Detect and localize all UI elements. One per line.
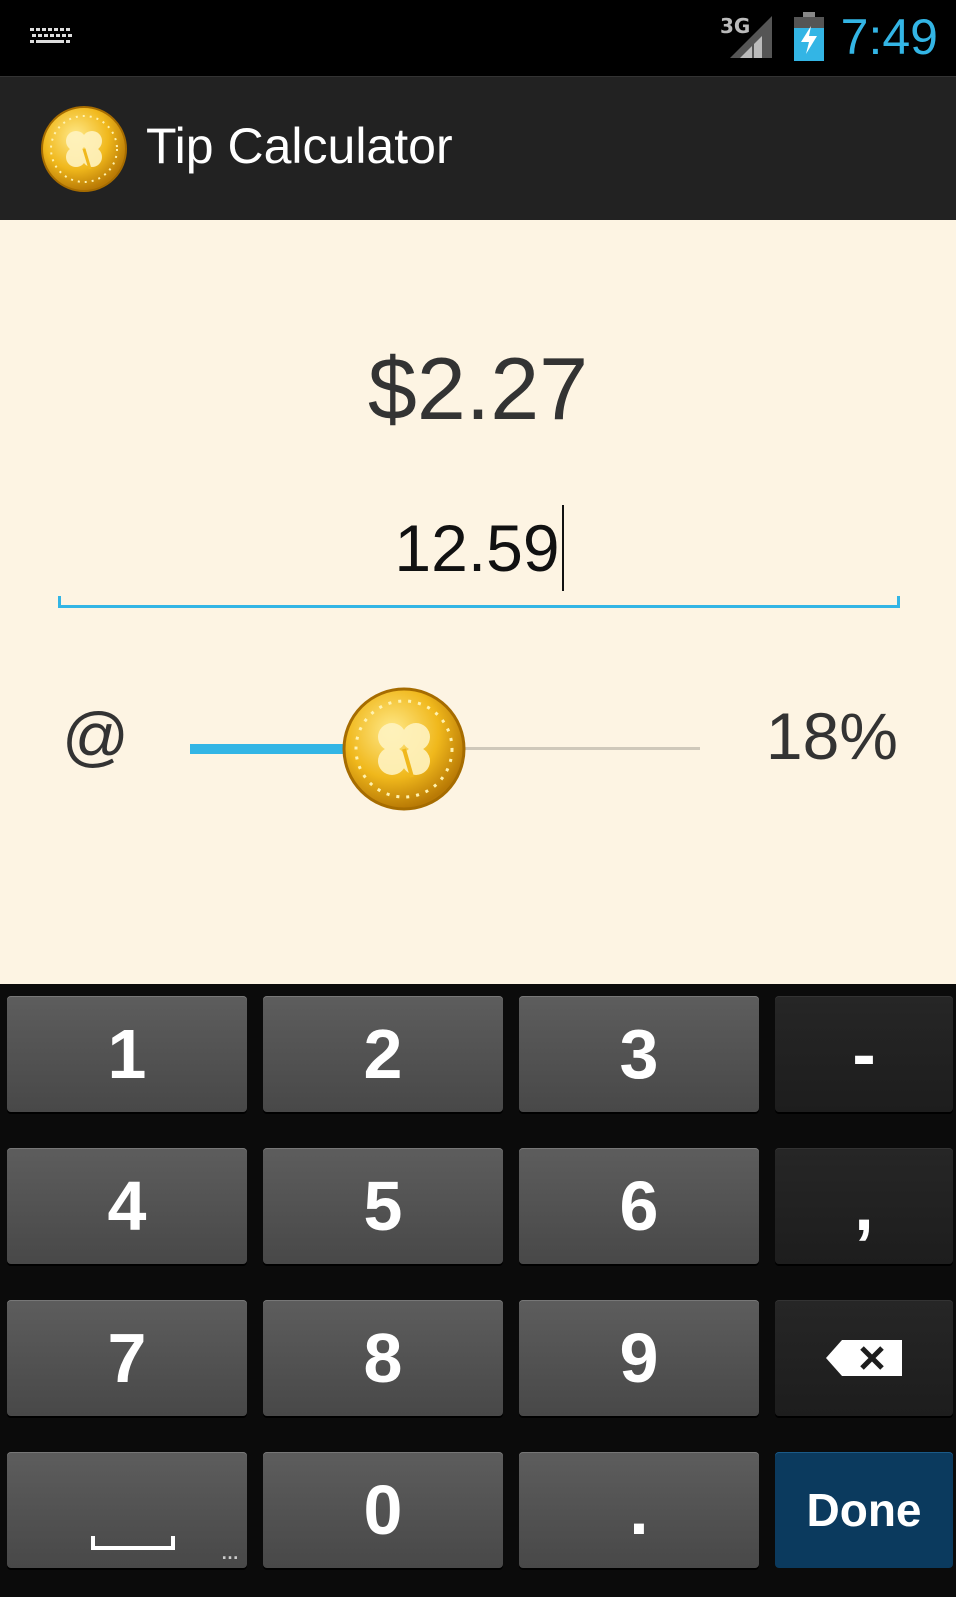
status-bar: 3G 7:49 bbox=[0, 0, 956, 76]
key-0[interactable]: 0 bbox=[263, 1452, 503, 1568]
backspace-key[interactable] bbox=[775, 1300, 953, 1416]
space-bar-icon bbox=[91, 1536, 175, 1550]
coin-clover-icon[interactable] bbox=[40, 105, 128, 193]
at-label: @ bbox=[62, 699, 129, 773]
key-7[interactable]: 7 bbox=[7, 1300, 247, 1416]
key-4[interactable]: 4 bbox=[7, 1148, 247, 1264]
key-decimal[interactable]: . bbox=[519, 1452, 759, 1568]
app-title: Tip Calculator bbox=[146, 118, 453, 174]
keyboard-icon bbox=[30, 28, 72, 43]
field-underline bbox=[58, 596, 900, 608]
status-clock: 7:49 bbox=[840, 9, 938, 65]
key-2[interactable]: 2 bbox=[263, 996, 503, 1112]
key-6[interactable]: 6 bbox=[519, 1148, 759, 1264]
key-8[interactable]: 8 bbox=[263, 1300, 503, 1416]
text-cursor bbox=[561, 504, 564, 591]
bill-amount-field[interactable]: 12.59 bbox=[58, 504, 900, 608]
done-button[interactable]: Done bbox=[775, 1452, 953, 1568]
bill-amount-input[interactable]: 12.59 bbox=[394, 511, 559, 585]
action-bar: Tip Calculator bbox=[0, 76, 956, 220]
numeric-keypad: 1 2 3 - 4 5 6 , 7 8 9 … 0 . Done bbox=[0, 984, 956, 1597]
space-key[interactable]: … bbox=[7, 1452, 247, 1568]
key-9[interactable]: 9 bbox=[519, 1300, 759, 1416]
key-5[interactable]: 5 bbox=[263, 1148, 503, 1264]
calculator-panel: $2.27 12.59 @ 18% bbox=[0, 220, 956, 984]
tip-amount-display: $2.27 bbox=[367, 339, 589, 438]
key-3[interactable]: 3 bbox=[519, 996, 759, 1112]
signal-strength-icon bbox=[730, 16, 772, 58]
slider-coin-thumb-icon[interactable] bbox=[340, 685, 468, 813]
key-comma[interactable]: , bbox=[775, 1148, 953, 1264]
backspace-icon bbox=[826, 1340, 902, 1376]
more-dots-icon: … bbox=[221, 1543, 239, 1563]
tip-percent-slider[interactable] bbox=[190, 687, 700, 811]
key-minus[interactable]: - bbox=[775, 996, 953, 1112]
battery-charging-icon bbox=[794, 12, 824, 61]
tip-percent-label: 18% bbox=[765, 699, 898, 773]
key-1[interactable]: 1 bbox=[7, 996, 247, 1112]
